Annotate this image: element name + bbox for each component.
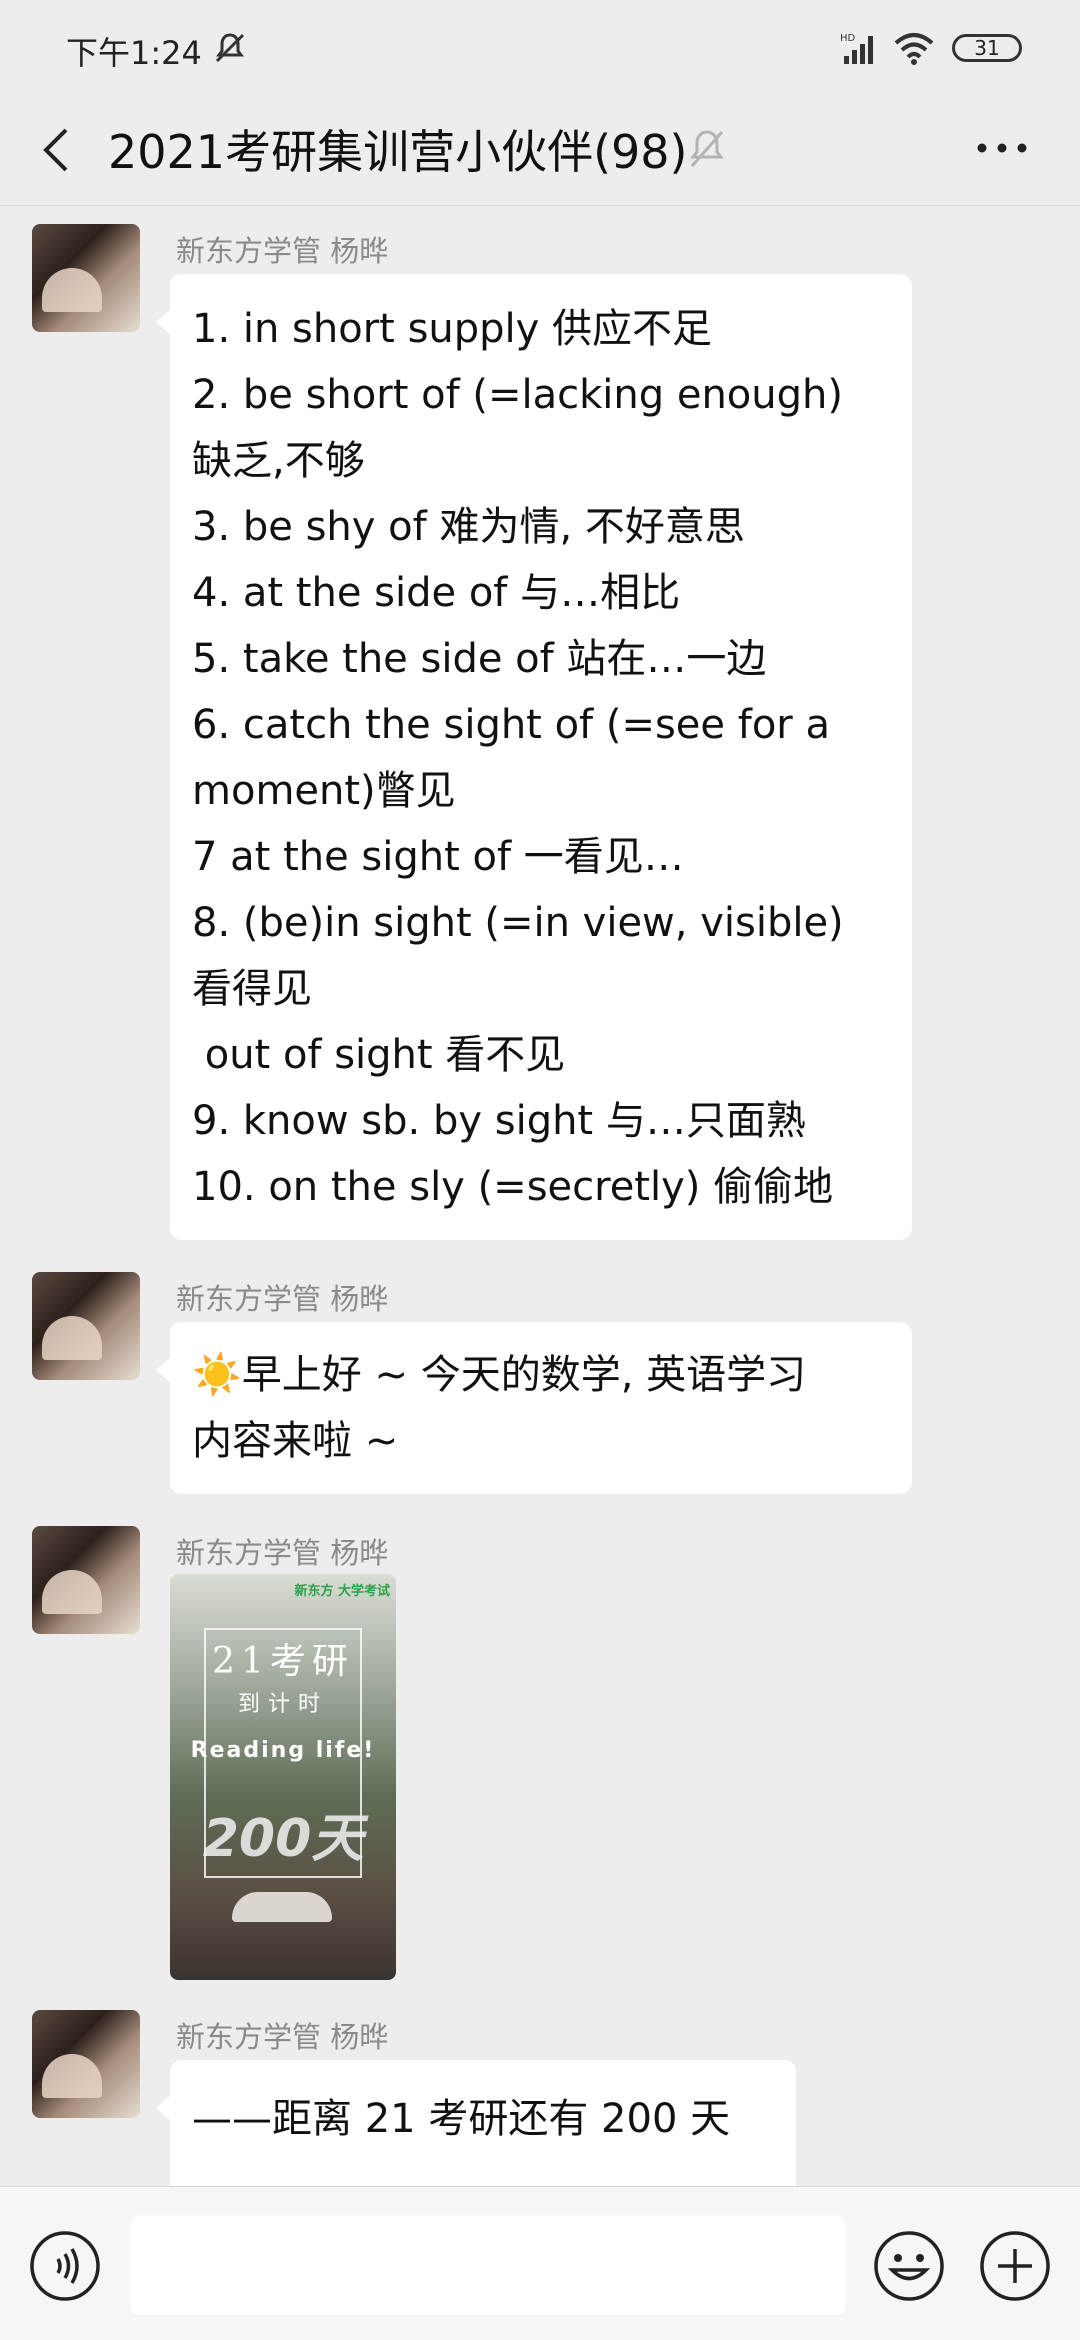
back-icon[interactable] (36, 120, 76, 180)
photo-days: 200天 (202, 1809, 364, 1869)
message-line: 10. on the sly (=secretly) 偷偷地 (192, 1164, 834, 1210)
bell-off-icon (689, 130, 725, 167)
photo-logo: 新东方 大学考试 (294, 1584, 390, 1599)
message-bubble[interactable]: 1. in short supply 供应不足 2. be short of (… (156, 274, 912, 1240)
signal-icon: HD (840, 33, 873, 64)
more-icon[interactable] (972, 128, 1032, 168)
message-line: ☀️早上好 ~ 今天的数学, 英语学习 (192, 1352, 807, 1398)
wifi-icon (894, 33, 934, 65)
sender-name: 新东方学管 杨晔 (176, 1282, 389, 1316)
message-line: ——距离 21 考研还有 200 天 (192, 2096, 731, 2142)
message-bubble[interactable]: ——距离 21 考研还有 200 天 (156, 2060, 796, 2200)
chat-title: 2021考研集训营小伙伴(98) (108, 125, 688, 179)
voice-icon[interactable] (28, 2229, 102, 2303)
message-line: moment)瞥见 (192, 768, 456, 814)
svg-text:HD: HD (840, 33, 856, 44)
mute-icon (215, 33, 245, 63)
message-line: 9. know sb. by sight 与…只面熟 (192, 1098, 806, 1144)
photo-title: 21考研 (212, 1641, 354, 1682)
emoji-icon[interactable] (872, 2229, 946, 2303)
message-input[interactable] (130, 2215, 846, 2315)
message-line: 1. in short supply 供应不足 (192, 306, 713, 352)
message-line: 6. catch the sight of (=see for a (192, 702, 830, 748)
photo-subtitle: 到计时 (237, 1692, 328, 1717)
message-line: 7 at the sight of 一看见… (192, 834, 684, 880)
message-bubble[interactable]: ☀️早上好 ~ 今天的数学, 英语学习 内容来啦 ~ (156, 1322, 912, 1494)
message-line: 5. take the side of 站在…一边 (192, 636, 767, 682)
message-line: 4. at the side of 与…相比 (192, 570, 681, 616)
status-time: 下午1:24 (66, 34, 202, 72)
message-line: out of sight 看不见 (192, 1032, 566, 1078)
status-bar: 下午1:24 HD 31 (0, 0, 1080, 96)
message-line: 缺乏,不够 (192, 438, 365, 484)
message-line: 8. (be)in sight (=in view, visible) (192, 900, 844, 946)
avatar[interactable] (32, 224, 140, 332)
input-bar (0, 2186, 1080, 2340)
message-line: 看得见 (192, 966, 312, 1012)
message-line: 内容来啦 ~ (192, 1418, 399, 1464)
battery-indicator: 31 (952, 34, 1022, 62)
sender-name: 新东方学管 杨晔 (176, 234, 389, 268)
message-line: 2. be short of (=lacking enough) (192, 372, 843, 418)
message-line: 3. be shy of 难为情, 不好意思 (192, 504, 745, 550)
chat-header: 2021考研集训营小伙伴(98) (0, 96, 1080, 206)
avatar[interactable] (32, 2010, 140, 2118)
photo-tagline: Reading life! (190, 1738, 376, 1763)
avatar[interactable] (32, 1272, 140, 1380)
sender-name: 新东方学管 杨晔 (176, 2020, 389, 2054)
book-image (232, 1892, 332, 1922)
image-message[interactable]: 新东方 大学考试 21考研 到计时 Reading life! 200天 (170, 1574, 396, 1980)
plus-icon[interactable] (978, 2229, 1052, 2303)
avatar[interactable] (32, 1526, 140, 1634)
sender-name: 新东方学管 杨晔 (176, 1536, 389, 1570)
